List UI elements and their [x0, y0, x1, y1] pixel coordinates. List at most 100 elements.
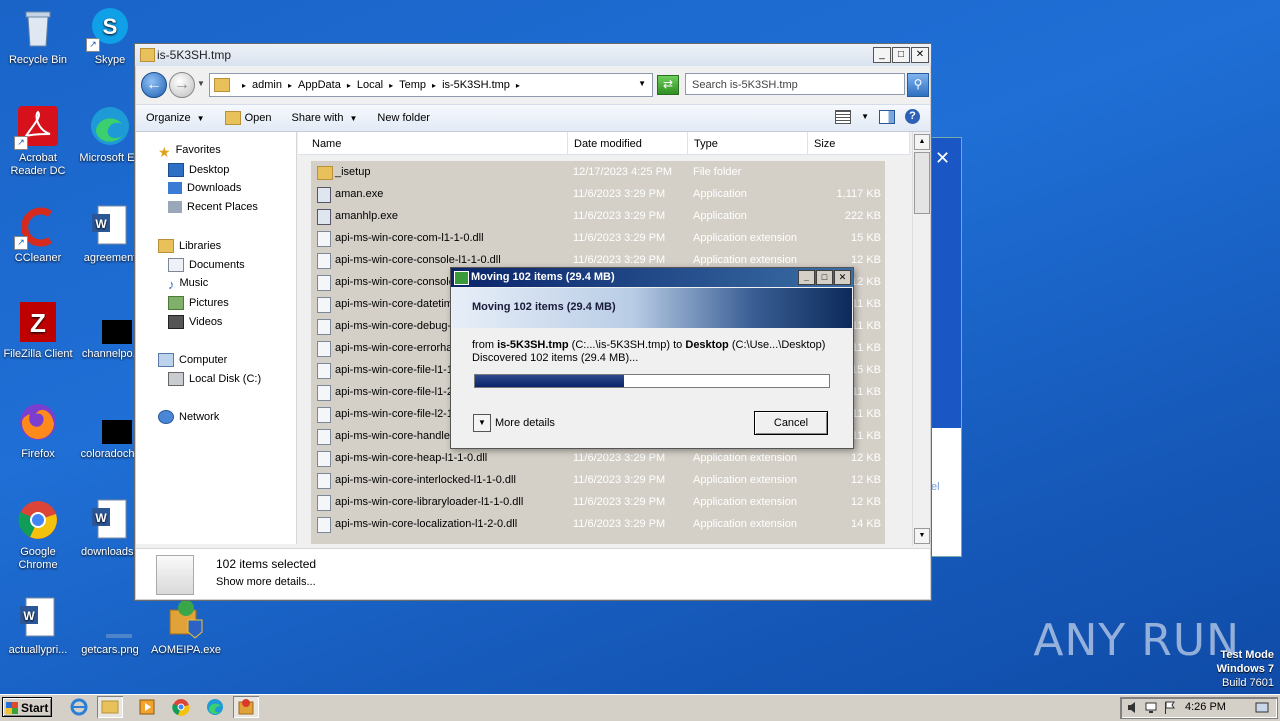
search-input[interactable]: Search is-5K3SH.tmp — [685, 73, 905, 95]
file-row[interactable]: _isetup 12/17/2023 4:25 PM File folder — [311, 161, 885, 183]
file-row[interactable]: amanhlp.exe 11/6/2023 3:29 PM Application 2… — [311, 205, 885, 227]
search-icon[interactable]: ⚲ — [907, 73, 929, 97]
show-desktop-icon[interactable] — [1255, 701, 1269, 714]
dll-file-icon — [317, 495, 331, 511]
chevron-right-icon[interactable]: ▸ — [516, 81, 520, 90]
file-type: Application extension — [693, 496, 797, 508]
source-name[interactable]: is-5K3SH.tmp — [497, 339, 569, 351]
edge-icon[interactable] — [206, 698, 224, 716]
destination-name[interactable]: Desktop — [685, 339, 728, 351]
installer-icon — [164, 596, 208, 640]
title-bar[interactable]: is-5K3SH.tmp _ □ ✕ — [135, 44, 931, 66]
preview-pane-icon[interactable] — [879, 109, 895, 124]
image-file-icon — [88, 596, 150, 640]
nav-libraries[interactable]: Libraries — [158, 239, 221, 253]
internet-explorer-icon[interactable] — [70, 698, 88, 716]
desktop-icon-chrome[interactable]: Google Chrome — [0, 498, 76, 572]
breadcrumb-temp[interactable]: Temp — [399, 79, 426, 91]
selection-count: 102 items selected — [216, 557, 317, 571]
forward-button[interactable]: → — [169, 72, 195, 98]
nav-desktop[interactable]: Desktop — [168, 163, 229, 177]
history-dropdown-icon[interactable]: ▼ — [197, 79, 205, 88]
minimize-button[interactable]: _ — [873, 47, 891, 63]
desktop-icon-acrobat[interactable]: ↗ Acrobat Reader DC — [0, 104, 76, 178]
share-with-button[interactable]: Share with ▼ — [281, 112, 367, 124]
maximize-button[interactable]: □ — [816, 270, 833, 285]
open-button[interactable]: Open — [215, 111, 282, 125]
nav-local-disk[interactable]: Local Disk (C:) — [168, 372, 261, 386]
cancel-button[interactable]: Cancel — [754, 411, 828, 435]
breadcrumb-current[interactable]: is-5K3SH.tmp — [442, 79, 510, 91]
more-details-toggle[interactable]: ▼ More details — [473, 414, 555, 432]
refresh-button[interactable]: ⇄ — [657, 75, 679, 95]
breadcrumb-appdata[interactable]: AppData — [298, 79, 341, 91]
chevron-right-icon[interactable]: ▸ — [389, 81, 393, 90]
file-row[interactable]: aman.exe 11/6/2023 3:29 PM Application 1,11… — [311, 183, 885, 205]
scroll-thumb[interactable] — [914, 152, 930, 214]
desktop-icon-filezilla[interactable]: Z FileZilla Client — [0, 300, 76, 361]
chevron-down-icon[interactable]: ▼ — [473, 414, 491, 432]
nav-documents[interactable]: Documents — [168, 258, 245, 272]
scroll-down-icon[interactable]: ▼ — [914, 528, 930, 544]
clock[interactable]: 4:26 PM — [1185, 701, 1226, 713]
explorer-taskbar-button[interactable] — [97, 696, 123, 718]
view-options-icon[interactable] — [835, 109, 852, 124]
back-button[interactable]: ← — [141, 72, 167, 98]
file-size: 11 KB — [851, 342, 881, 354]
desktop-icon-ccleaner[interactable]: ↗ CCleaner — [0, 204, 76, 265]
desktop-icon-aomeipa[interactable]: AOMEIPA.exe — [148, 596, 224, 657]
chrome-icon[interactable] — [172, 698, 190, 716]
breadcrumb-admin[interactable]: admin — [252, 79, 282, 91]
column-type[interactable]: Type — [688, 132, 808, 154]
breadcrumb[interactable]: ▸ admin ▸ AppData ▸ Local ▸ Temp ▸ is-5K… — [209, 73, 653, 97]
nav-pictures[interactable]: Pictures — [168, 296, 229, 310]
dialog-title-bar[interactable]: Moving 102 items (29.4 MB) _ □ ✕ — [451, 268, 853, 287]
nav-downloads[interactable]: Downloads — [168, 182, 241, 195]
start-button[interactable]: Start — [2, 697, 52, 717]
help-icon[interactable]: ? — [905, 109, 920, 124]
desktop-icon-actuallypri[interactable]: W actuallypri... — [0, 596, 76, 657]
dialog-banner: Moving 102 items (29.4 MB) — [452, 288, 852, 328]
maximize-button[interactable]: □ — [892, 47, 910, 63]
file-row[interactable]: api-ms-win-core-interlocked-l1-1-0.dll 11… — [311, 469, 885, 491]
media-player-icon[interactable] — [138, 698, 156, 716]
nav-computer[interactable]: Computer — [158, 353, 227, 367]
file-row[interactable]: api-ms-win-core-libraryloader-l1-1-0.dll… — [311, 491, 885, 513]
minimize-button[interactable]: _ — [798, 270, 815, 285]
chevron-right-icon[interactable]: ▸ — [288, 81, 292, 90]
nav-recent-places[interactable]: Recent Places — [168, 201, 258, 214]
installer-taskbar-button[interactable] — [233, 696, 259, 718]
column-size[interactable]: Size — [808, 132, 910, 154]
new-folder-button[interactable]: New folder — [367, 112, 440, 124]
nav-network[interactable]: Network — [158, 410, 219, 424]
chevron-right-icon[interactable]: ▸ — [432, 81, 436, 90]
chevron-down-icon[interactable]: ▼ — [861, 112, 869, 121]
column-name[interactable]: Name — [298, 132, 568, 154]
breadcrumb-local[interactable]: Local — [357, 79, 383, 91]
file-row[interactable]: api-ms-win-core-localization-l1-2-0.dll 1… — [311, 513, 885, 535]
file-row[interactable]: api-ms-win-core-com-l1-1-0.dll 11/6/2023 … — [311, 227, 885, 249]
nav-favorites[interactable]: ★ Favorites — [158, 144, 221, 160]
close-button[interactable]: ✕ — [834, 270, 851, 285]
desktop-icon-recycle-bin[interactable]: Recycle Bin — [0, 6, 76, 67]
chevron-down-icon[interactable]: ▼ — [638, 79, 646, 88]
folder-icon — [317, 166, 333, 180]
desktop-icon-getcars[interactable]: getcars.png — [72, 596, 150, 657]
desktop-icon-firefox[interactable]: Firefox — [0, 400, 76, 461]
close-icon[interactable]: ✕ — [935, 148, 950, 169]
network-icon[interactable] — [1145, 701, 1157, 714]
organize-button[interactable]: Organize ▼ — [136, 112, 215, 124]
vertical-scrollbar[interactable]: ▲ ▼ — [912, 132, 930, 546]
chevron-right-icon[interactable]: ▸ — [347, 81, 351, 90]
file-name: api-ms-win-core-heap-l1-1-0.dll — [335, 452, 488, 464]
nav-videos[interactable]: Videos — [168, 315, 222, 329]
scroll-up-icon[interactable]: ▲ — [914, 134, 930, 150]
close-button[interactable]: ✕ — [911, 47, 929, 63]
nav-music[interactable]: ♪ Music — [168, 277, 208, 292]
show-more-details-link[interactable]: Show more details... — [216, 576, 316, 588]
column-date-modified[interactable]: Date modified — [568, 132, 688, 154]
action-center-flag-icon[interactable] — [1163, 701, 1175, 714]
speaker-icon[interactable] — [1127, 701, 1139, 714]
chevron-right-icon[interactable]: ▸ — [242, 81, 246, 90]
file-row[interactable]: api-ms-win-core-heap-l1-1-0.dll 11/6/2023… — [311, 447, 885, 469]
